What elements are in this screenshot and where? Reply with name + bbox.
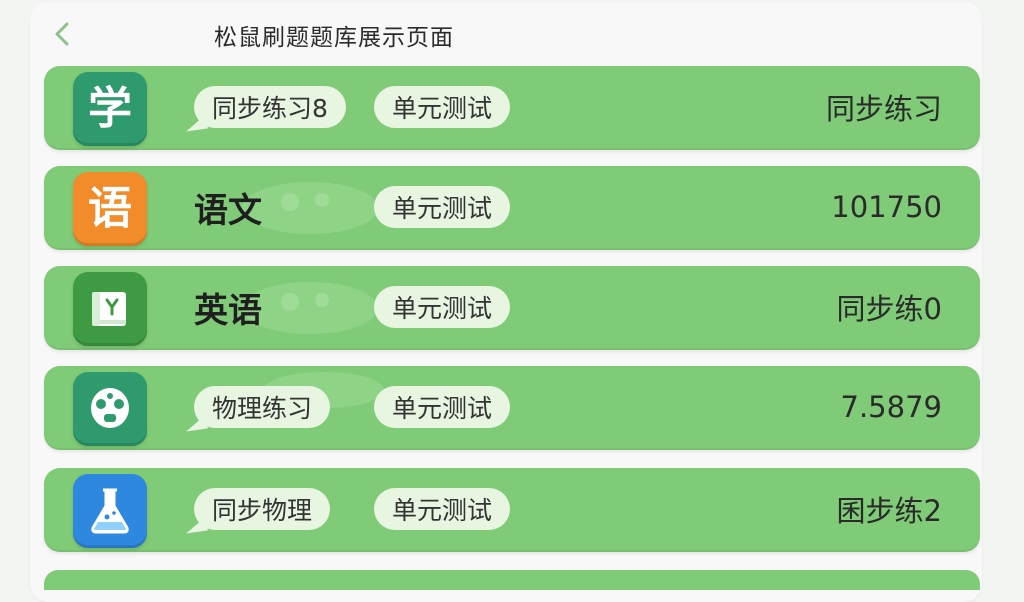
back-button[interactable] — [48, 20, 76, 48]
page-title: 松鼠刷题题库展示页面 — [214, 25, 454, 51]
list-item-row-2[interactable]: 语 语文 单元测试 101750 — [44, 166, 980, 250]
unit-test-chip[interactable]: 单元测试 — [374, 386, 511, 428]
alien-face-icon — [91, 388, 129, 428]
row-value: 7.5879 — [840, 390, 942, 424]
yu-character-icon: 语 — [88, 183, 132, 234]
row-value: 101750 — [831, 190, 942, 224]
book-tile — [73, 272, 147, 346]
top-bar: 松鼠刷题题库展示页面 — [30, 2, 982, 64]
unit-test-chip[interactable]: 单元测试 — [374, 86, 511, 128]
list-item-row-4[interactable]: 物理练习 单元测试 7.5879 — [44, 366, 980, 450]
list-item-row-6-partial[interactable] — [44, 570, 980, 590]
subject-title: 英语 — [194, 290, 262, 331]
yu-tile: 语 — [73, 172, 147, 246]
physics-practice-chip[interactable]: 物理练习 — [194, 386, 331, 428]
flask-icon — [91, 488, 129, 534]
list-item-row-5[interactable]: 同步物理 单元测试 囷步练2 — [44, 468, 980, 552]
book-icon — [92, 292, 126, 326]
xue-character-icon: 学 — [88, 83, 132, 134]
practice-chip[interactable]: 同步练习8 — [194, 86, 346, 128]
unit-test-chip[interactable]: 单元测试 — [374, 488, 511, 530]
unit-test-chip[interactable]: 单元测试 — [374, 286, 511, 328]
xue-tile: 学 — [73, 72, 147, 146]
unit-test-chip[interactable]: 单元测试 — [374, 186, 511, 228]
sync-physics-chip[interactable]: 同步物理 — [194, 488, 331, 530]
flask-tile — [73, 474, 147, 548]
list-item-row-3[interactable]: 英语 单元测试 同步练0 — [44, 266, 980, 350]
subject-title: 语文 — [194, 190, 262, 231]
row-value: 囷步练2 — [836, 494, 942, 528]
row-value: 同步练习 — [825, 92, 942, 126]
row-value: 同步练0 — [836, 292, 942, 326]
alien-tile — [73, 372, 147, 446]
chevron-left-icon — [55, 22, 69, 46]
list-item-row-1[interactable]: 学 同步练习8 单元测试 同步练习 — [44, 66, 980, 150]
